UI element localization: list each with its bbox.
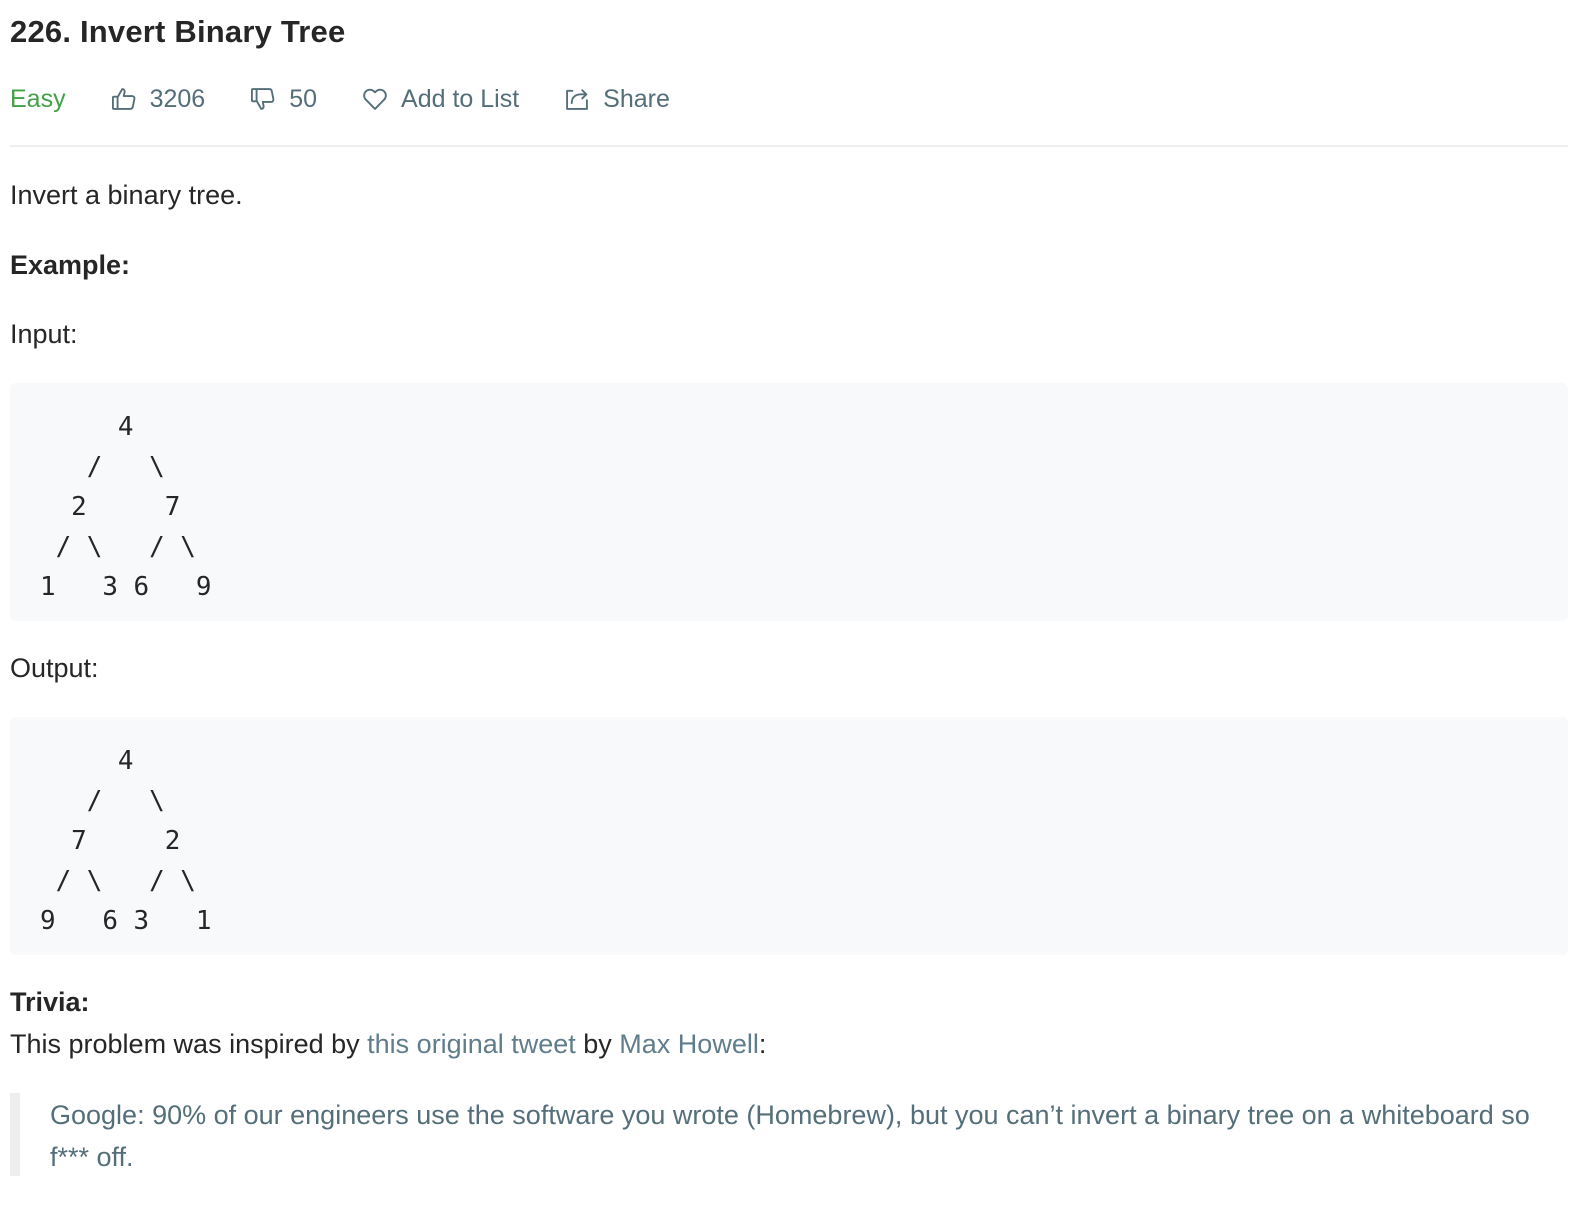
- thumbs-up-icon: [111, 88, 135, 110]
- dislike-count: 50: [289, 84, 318, 113]
- trivia-heading: Trivia:: [10, 987, 90, 1017]
- thumbs-down-icon: [251, 88, 275, 110]
- share-button[interactable]: Share: [563, 85, 670, 114]
- input-label: Input:: [10, 319, 78, 349]
- problem-meta-bar: Easy 3206 50 Add to List Share: [10, 82, 714, 116]
- input-code-block: 4 / \ 2 7 / \ / \ 1 3 6 9: [10, 383, 1568, 621]
- heart-icon: [363, 88, 387, 110]
- like-count: 3206: [149, 84, 206, 113]
- difficulty-badge: Easy: [10, 84, 66, 113]
- share-label: Share: [603, 84, 670, 113]
- tweet-quote-text: Google: 90% of our engineers use the sof…: [50, 1100, 1530, 1172]
- trivia-text-after: :: [758, 1029, 767, 1059]
- trivia-text-before: This problem was inspired by: [10, 1029, 368, 1059]
- tweet-link[interactable]: this original tweet: [367, 1029, 576, 1059]
- trivia-text-middle: by: [575, 1029, 620, 1059]
- author-link[interactable]: Max Howell: [619, 1029, 759, 1059]
- dislike-button[interactable]: 50: [249, 85, 317, 114]
- add-to-list-button[interactable]: Add to List: [361, 85, 519, 114]
- share-icon: [566, 89, 589, 110]
- trivia-text: This problem was inspired by this origin…: [10, 1029, 766, 1060]
- output-tree: 4 / \ 7 2 / \ / \ 9 6 3 1: [40, 746, 212, 936]
- example-heading: Example:: [10, 250, 131, 280]
- problem-title: 226. Invert Binary Tree: [10, 14, 346, 49]
- output-label: Output:: [10, 653, 99, 683]
- input-tree: 4 / \ 2 7 / \ / \ 1 3 6 9: [40, 412, 212, 602]
- header-divider: [10, 145, 1568, 147]
- add-to-list-label: Add to List: [401, 84, 520, 113]
- like-button[interactable]: 3206: [110, 84, 206, 114]
- tweet-quote: Google: 90% of our engineers use the sof…: [10, 1093, 1540, 1176]
- output-code-block: 4 / \ 7 2 / \ / \ 9 6 3 1: [10, 717, 1568, 955]
- problem-description: Invert a binary tree.: [10, 180, 243, 210]
